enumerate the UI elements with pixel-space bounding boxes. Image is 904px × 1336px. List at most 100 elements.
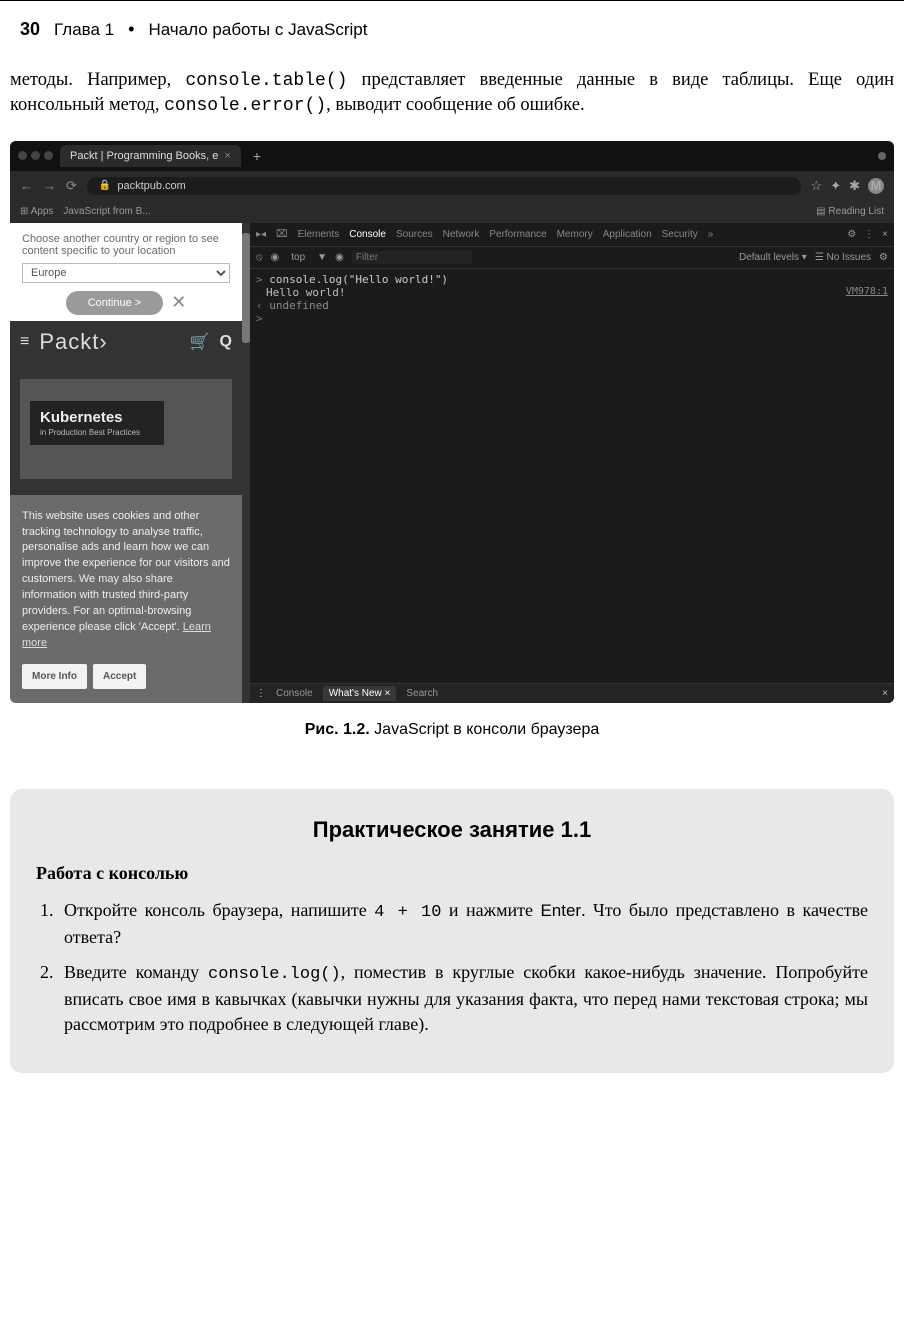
- console-output-line: Hello world!: [256, 286, 345, 299]
- bullet-separator: •: [128, 19, 134, 40]
- reading-list-button[interactable]: ▤ Reading List: [816, 206, 884, 217]
- issues-button[interactable]: ☰ No Issues: [815, 252, 871, 263]
- browser-window: Packt | Programming Books, e × + ← → ⟳ 🔒…: [10, 141, 894, 703]
- console-body[interactable]: > console.log("Hello world!") Hello worl…: [250, 269, 894, 683]
- window-control-icon: [878, 152, 886, 160]
- context-selector[interactable]: top: [287, 251, 309, 264]
- back-button[interactable]: ←: [20, 178, 33, 194]
- book-subtitle: in Production Best Practices: [40, 428, 154, 437]
- exercise-box: Практическое занятие 1.1 Работа с консол…: [10, 789, 894, 1073]
- drawer-menu-icon[interactable]: ⋮: [256, 688, 266, 699]
- chapter-label: Глава 1: [54, 20, 114, 40]
- tab-title: Packt | Programming Books, e: [70, 150, 218, 162]
- body-paragraph: методы. Например, console.table() предст…: [0, 48, 904, 119]
- body-text-c: , выводит сообщение об ошибке.: [326, 95, 584, 115]
- code-4-plus-10: 4 + 10: [374, 903, 441, 922]
- book-title: Kubernetes: [40, 409, 154, 426]
- address-bar-row: ← → ⟳ 🔒 packtpub.com ☆ ✦ ✱ M: [10, 171, 894, 201]
- cart-icon[interactable]: 🛒: [190, 332, 210, 352]
- cookie-notice: This website uses cookies and other trac…: [10, 495, 242, 703]
- prompt-icon: >: [256, 312, 263, 325]
- console-return-value: undefined: [269, 299, 329, 312]
- tab-elements[interactable]: Elements: [298, 229, 340, 240]
- drawer-tab-search[interactable]: Search: [406, 688, 438, 699]
- profile-avatar[interactable]: M: [868, 178, 884, 194]
- hamburger-icon[interactable]: ≡: [20, 333, 29, 351]
- traffic-lights: [18, 151, 54, 160]
- figure-caption-text: JavaScript в консоли браузера: [370, 721, 600, 738]
- tab-network[interactable]: Network: [443, 229, 480, 240]
- accept-button[interactable]: Accept: [93, 664, 146, 689]
- more-info-button[interactable]: More Info: [22, 664, 87, 689]
- region-prompt: Choose another country or region to see …: [22, 233, 230, 257]
- devtools-menu-icon[interactable]: ⋮: [864, 229, 874, 240]
- figure-label: Рис. 1.2.: [305, 721, 370, 738]
- drawer-tab-console[interactable]: Console: [276, 688, 313, 699]
- tab-strip: Packt | Programming Books, e × +: [10, 141, 894, 171]
- devtools-panel: ▸◂ ⌧ Elements Console Sources Network Pe…: [250, 223, 894, 703]
- cookie-text: This website uses cookies and other trac…: [22, 510, 230, 634]
- tab-sources[interactable]: Sources: [396, 229, 433, 240]
- inspect-icon[interactable]: ▸◂: [256, 229, 266, 240]
- region-close-icon[interactable]: ✕: [171, 292, 186, 313]
- clear-console-icon[interactable]: ⦸: [256, 252, 263, 263]
- browser-tab[interactable]: Packt | Programming Books, e ×: [60, 145, 241, 167]
- chapter-title: Начало работы с JavaScript: [148, 20, 367, 40]
- page-number: 30: [20, 19, 40, 40]
- page-header: 30 Глава 1 • Начало работы с JavaScript: [0, 0, 904, 48]
- drawer-tab-whatsnew[interactable]: What's New ×: [323, 686, 397, 701]
- exercise-subtitle: Работа с консолью: [36, 863, 868, 884]
- devtools-tabs: ▸◂ ⌧ Elements Console Sources Network Pe…: [250, 223, 894, 247]
- exercise-item-2: Введите команду console.log(), поместив …: [58, 960, 868, 1037]
- live-expression-icon[interactable]: ◉: [335, 252, 344, 263]
- eye-icon[interactable]: ◉: [271, 252, 280, 263]
- key-enter: Enter: [540, 901, 581, 920]
- return-icon: ‹: [256, 299, 269, 312]
- continue-button[interactable]: Continue >: [66, 291, 164, 315]
- devtools-close-icon[interactable]: ×: [882, 229, 888, 240]
- bookmarks-bar: ⊞ Apps JavaScript from B... ▤ Reading Li…: [10, 201, 894, 223]
- tab-memory[interactable]: Memory: [557, 229, 593, 240]
- region-select[interactable]: Europe: [22, 263, 230, 283]
- log-levels-selector[interactable]: Default levels ▾: [739, 252, 807, 263]
- book-cover[interactable]: Kubernetes in Production Best Practices: [20, 379, 232, 479]
- extensions-puzzle-icon[interactable]: ✱: [849, 178, 860, 194]
- reload-button[interactable]: ⟳: [66, 178, 77, 194]
- tab-performance[interactable]: Performance: [489, 229, 546, 240]
- drawer-close-icon[interactable]: ×: [882, 688, 888, 699]
- website-viewport: Choose another country or region to see …: [10, 223, 242, 703]
- star-icon[interactable]: ☆: [811, 178, 823, 194]
- search-icon[interactable]: Q: [220, 333, 232, 351]
- code-console-table: console.table(): [185, 71, 347, 91]
- tab-console[interactable]: Console: [349, 229, 386, 240]
- bookmark-item[interactable]: JavaScript from B...: [63, 206, 150, 217]
- region-selector-box: Choose another country or region to see …: [10, 223, 242, 321]
- console-filter-input[interactable]: [352, 251, 472, 264]
- body-text-a: методы. Например,: [10, 70, 185, 90]
- book-promo: Kubernetes in Production Best Practices: [10, 363, 242, 495]
- console-settings-icon[interactable]: ⚙: [879, 252, 888, 263]
- site-header: ≡ Packt› 🛒 Q: [10, 321, 242, 363]
- code-console-log: console.log(): [208, 965, 341, 984]
- device-toggle-icon[interactable]: ⌧: [276, 229, 288, 240]
- figure-wrap: Packt | Programming Books, e × + ← → ⟳ 🔒…: [0, 119, 904, 739]
- tab-close-icon[interactable]: ×: [224, 150, 230, 162]
- apps-shortcut[interactable]: ⊞ Apps: [20, 206, 53, 217]
- tab-application[interactable]: Application: [603, 229, 652, 240]
- url-text: packtpub.com: [117, 180, 185, 192]
- source-link[interactable]: VM978:1: [846, 286, 888, 299]
- page-scrollbar[interactable]: [242, 223, 250, 703]
- devtools-settings-icon[interactable]: ⚙: [847, 229, 856, 240]
- tab-more[interactable]: »: [708, 229, 714, 240]
- context-dropdown-icon[interactable]: ▼: [317, 252, 327, 263]
- packt-logo[interactable]: Packt›: [39, 329, 179, 355]
- new-tab-button[interactable]: +: [247, 148, 267, 164]
- prompt-icon: >: [256, 273, 269, 286]
- extension-icon[interactable]: ✦: [830, 178, 841, 194]
- tab-security[interactable]: Security: [662, 229, 698, 240]
- console-input-line: console.log("Hello world!"): [269, 273, 448, 286]
- figure-caption: Рис. 1.2. JavaScript в консоли браузера: [10, 703, 894, 739]
- content-row: Choose another country or region to see …: [10, 223, 894, 703]
- forward-button[interactable]: →: [43, 178, 56, 194]
- address-bar[interactable]: 🔒 packtpub.com: [87, 177, 801, 195]
